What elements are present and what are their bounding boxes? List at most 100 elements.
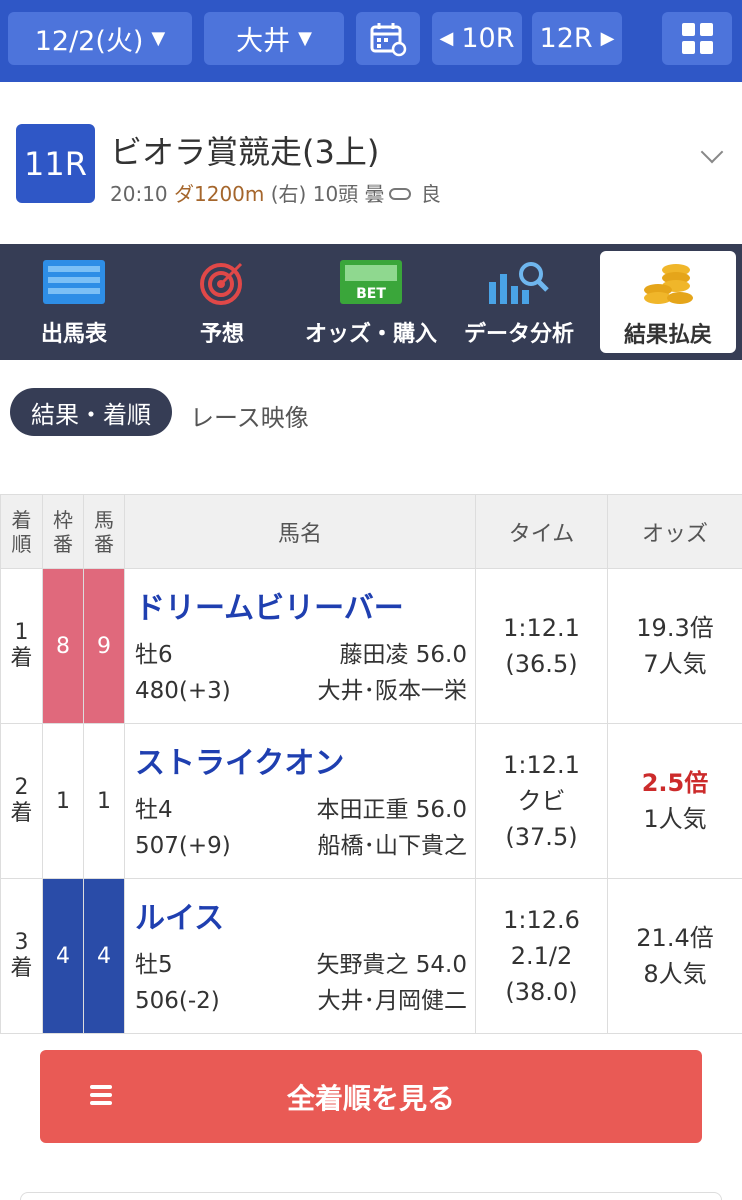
results-table: 着順 枠番 馬番 馬名 タイム オッズ 1 着 8 9 ドリームビリーバー 牡6 藤… (0, 494, 742, 1034)
race-track: 良 (420, 182, 441, 206)
view-all-results-label: 全着順を見る (286, 1081, 455, 1115)
horse-number: 4 (83, 878, 125, 1034)
menu-button[interactable] (662, 12, 732, 65)
next-race-label: 12R (539, 23, 593, 54)
odds-cell: 2.5倍 1人気 (607, 723, 742, 879)
rank-cell: 3着 (0, 878, 43, 1034)
nav-entries[interactable]: 出馬表 (0, 244, 148, 360)
nav-odds-label: オッズ・購入 (304, 322, 437, 347)
venue-label: 大井 (236, 26, 291, 57)
caret-left-icon: ◀ (439, 28, 454, 49)
last-3f: (36.5) (505, 650, 578, 678)
horse-name-link[interactable]: ルイス (135, 893, 467, 937)
nav-prediction-label: 予想 (199, 322, 244, 347)
last-3f: (37.5) (505, 823, 578, 851)
tab-results-order[interactable]: 結果・着順 (10, 388, 172, 436)
horse-number: 1 (83, 723, 125, 879)
venue-selector[interactable]: 大井 ▼ (204, 12, 344, 65)
frame-number: 8 (42, 568, 84, 724)
caret-right-icon: ▶ (600, 28, 615, 49)
header-rank: 着順 (0, 494, 43, 569)
header-frame: 枠番 (42, 494, 84, 569)
sex-age: 牡6 (135, 642, 173, 668)
finish-time: 1:12.6 (503, 906, 580, 934)
nav-odds[interactable]: BET オッズ・購入 (296, 244, 446, 360)
horse-number: 9 (83, 568, 125, 724)
bet-icon: BET (340, 260, 402, 304)
list-icon (90, 1085, 112, 1109)
last-3f: (38.0) (505, 978, 578, 1006)
sex-age: 牡4 (135, 797, 173, 823)
nav-results[interactable]: 結果払戻 (600, 251, 736, 353)
time-cell: 1:12.1 (36.5) (475, 568, 608, 724)
odds-cell: 21.4倍 8人気 (607, 878, 742, 1034)
race-header[interactable]: 11R ビオラ賞競走(3上) 20:10 ダ1200m (右) 10頭 曇 良 (0, 82, 742, 244)
next-race-button[interactable]: 12R ▶ (532, 12, 622, 65)
coins-icon (644, 264, 693, 304)
calendar-button[interactable] (356, 12, 420, 65)
date-selector[interactable]: 12/2(火) ▼ (8, 12, 192, 65)
trainer: 大井･阪本一栄 (317, 678, 468, 704)
view-all-results-button[interactable]: 全着順を見る (40, 1050, 702, 1143)
finish-time: 1:12.1 (503, 614, 580, 642)
time-cell: 1:12.6 2.1/2 (38.0) (475, 878, 608, 1034)
table-header-row: 着順 枠番 馬番 馬名 タイム オッズ (0, 494, 742, 569)
popularity: 1人気 (643, 805, 707, 833)
horse-name-link[interactable]: ドリームビリーバー (135, 583, 467, 627)
jockey-weight: 矢野貴之 54.0 (316, 952, 467, 978)
nav-results-label: 結果払戻 (623, 323, 712, 348)
chevron-down-icon[interactable] (700, 140, 724, 164)
trainer: 大井･月岡健二 (317, 988, 468, 1014)
popularity: 7人気 (643, 650, 707, 678)
finish-time: 1:12.1 (503, 751, 580, 779)
body-weight: 480(+3) (135, 678, 231, 704)
horse-cell: ドリームビリーバー 牡6 藤田凌 56.0 480(+3) 大井･阪本一栄 (124, 568, 476, 724)
horse-name-link[interactable]: ストライクオン (135, 738, 467, 782)
analysis-chart-icon (489, 262, 549, 304)
frame-number: 4 (42, 878, 84, 1034)
frame-number: 1 (42, 723, 84, 879)
nav-analysis-label: データ分析 (463, 322, 574, 347)
tab-race-video[interactable]: レース映像 (190, 398, 309, 433)
grid-menu-icon (681, 23, 713, 54)
table-row: 2着 1 1 ストライクオン 牡4 本田正重 56.0 507(+9) 船橋･山下貴… (0, 723, 742, 879)
date-label: 12/2(火) (34, 26, 144, 57)
odds-value: 21.4倍 (636, 924, 714, 952)
top-bar: 12/2(火) ▼ 大井 ▼ ◀ 10R 12R ▶ (0, 0, 742, 82)
jockey-weight: 藤田凌 56.0 (339, 642, 467, 668)
nav-analysis[interactable]: データ分析 (446, 244, 592, 360)
rank-suffix: 着 (10, 646, 33, 671)
race-time: 20:10 (110, 182, 168, 206)
caret-down-icon: ▼ (298, 28, 312, 49)
sex-age: 牡5 (135, 952, 173, 978)
caret-down-icon: ▼ (151, 28, 166, 49)
race-weather: 曇 (364, 182, 385, 206)
horse-cell: ストライクオン 牡4 本田正重 56.0 507(+9) 船橋･山下貴之 (124, 723, 476, 879)
jockey-weight: 本田正重 56.0 (316, 797, 467, 823)
race-runners: 10頭 (312, 182, 359, 206)
race-direction: (右) (270, 182, 307, 206)
odds-cell: 19.3倍 7人気 (607, 568, 742, 724)
rank-number: 2 (14, 775, 29, 800)
svg-text:BET: BET (356, 286, 386, 302)
prev-race-button[interactable]: ◀ 10R (432, 12, 522, 65)
body-weight: 506(-2) (135, 988, 220, 1014)
popularity: 8人気 (643, 960, 707, 988)
entries-list-icon (43, 260, 105, 304)
header-horse-name: 馬名 (124, 494, 476, 569)
table-row: 3着 4 4 ルイス 牡5 矢野貴之 54.0 506(-2) 大井･月岡健二 1:… (0, 878, 742, 1034)
nav-entries-label: 出馬表 (40, 322, 107, 347)
odds-value: 2.5倍 (641, 769, 709, 797)
calendar-icon (370, 22, 407, 56)
time-cell: 1:12.1 クビ (37.5) (475, 723, 608, 879)
header-horse-number: 馬番 (83, 494, 125, 569)
race-info: 20:10 ダ1200m (右) 10頭 曇 良 (110, 178, 441, 207)
rank-number: 3 (14, 930, 29, 955)
margin: 2.1/2 (510, 942, 573, 970)
nav-prediction[interactable]: 予想 (148, 244, 296, 360)
header-odds: オッズ (607, 494, 742, 569)
margin: クビ (517, 787, 566, 815)
trainer: 船橋･山下貴之 (317, 833, 468, 859)
next-section-card (20, 1192, 722, 1200)
rank-suffix: 着 (10, 956, 33, 981)
